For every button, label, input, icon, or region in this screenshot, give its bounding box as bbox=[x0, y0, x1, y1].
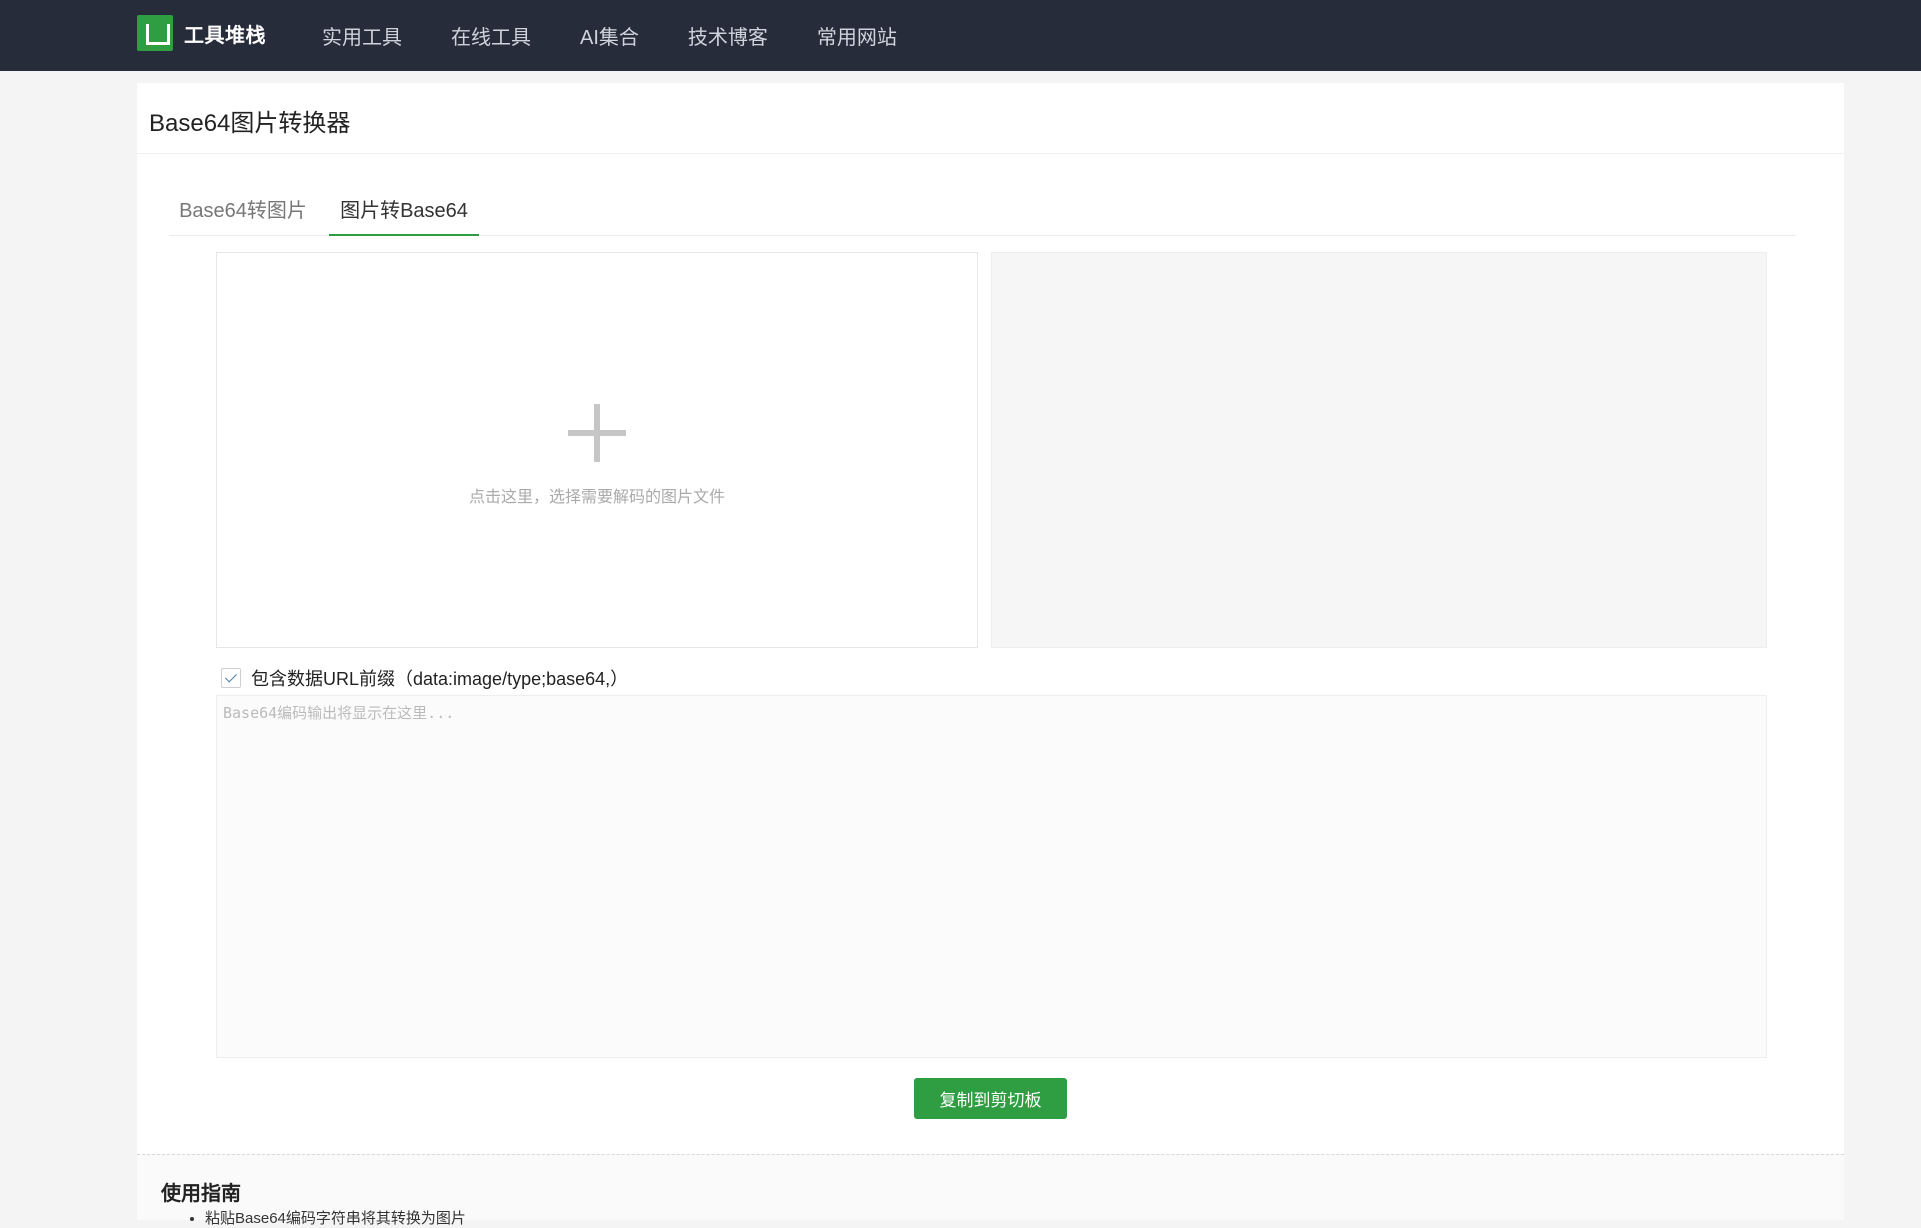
nav-item-practical-tools[interactable]: 实用工具 bbox=[322, 21, 402, 50]
image-upload-area[interactable]: 点击这里，选择需要解码的图片文件 bbox=[216, 252, 978, 648]
logo-icon bbox=[137, 15, 173, 51]
main-nav: 实用工具 在线工具 AI集合 技术博客 常用网站 bbox=[322, 0, 946, 71]
base64-output[interactable] bbox=[216, 695, 1767, 1058]
guide-list: 粘贴Base64编码字符串将其转换为图片 bbox=[187, 1207, 466, 1228]
page-title: Base64图片转换器 bbox=[149, 110, 351, 137]
include-prefix-label: 包含数据URL前缀（data:image/type;base64,） bbox=[251, 669, 629, 689]
tab-image-to-base64[interactable]: 图片转Base64 bbox=[329, 189, 479, 236]
upload-hint: 点击这里，选择需要解码的图片文件 bbox=[468, 489, 725, 506]
top-navigation-bar: 工具堆栈 实用工具 在线工具 AI集合 技术博客 常用网站 bbox=[0, 0, 1921, 71]
guide-title: 使用指南 bbox=[161, 1183, 241, 1205]
nav-item-online-tools[interactable]: 在线工具 bbox=[451, 21, 531, 50]
image-preview-area bbox=[991, 252, 1767, 648]
usage-guide: 使用指南 粘贴Base64编码字符串将其转换为图片 bbox=[137, 1154, 1844, 1227]
card-header: Base64图片转换器 bbox=[137, 83, 1844, 154]
tab-base64-to-image[interactable]: Base64转图片 bbox=[169, 189, 317, 236]
include-prefix-checkbox[interactable] bbox=[221, 668, 241, 688]
guide-item: 粘贴Base64编码字符串将其转换为图片 bbox=[205, 1207, 466, 1228]
converter-card: Base64图片转换器 Base64转图片 图片转Base64 点击这里，选择需… bbox=[137, 83, 1844, 1227]
brand-name: 工具堆栈 bbox=[184, 24, 266, 47]
nav-item-tech-blog[interactable]: 技术博客 bbox=[688, 21, 768, 50]
plus-icon bbox=[568, 404, 626, 462]
nav-item-common-sites[interactable]: 常用网站 bbox=[817, 21, 897, 50]
include-prefix-option[interactable]: 包含数据URL前缀（data:image/type;base64,） bbox=[221, 666, 628, 690]
brand-link[interactable]: 工具堆栈 bbox=[137, 15, 266, 51]
copy-to-clipboard-button[interactable]: 复制到剪切板 bbox=[914, 1078, 1067, 1119]
nav-item-ai-collection[interactable]: AI集合 bbox=[580, 21, 639, 50]
tab-bar: Base64转图片 图片转Base64 bbox=[169, 189, 1796, 236]
